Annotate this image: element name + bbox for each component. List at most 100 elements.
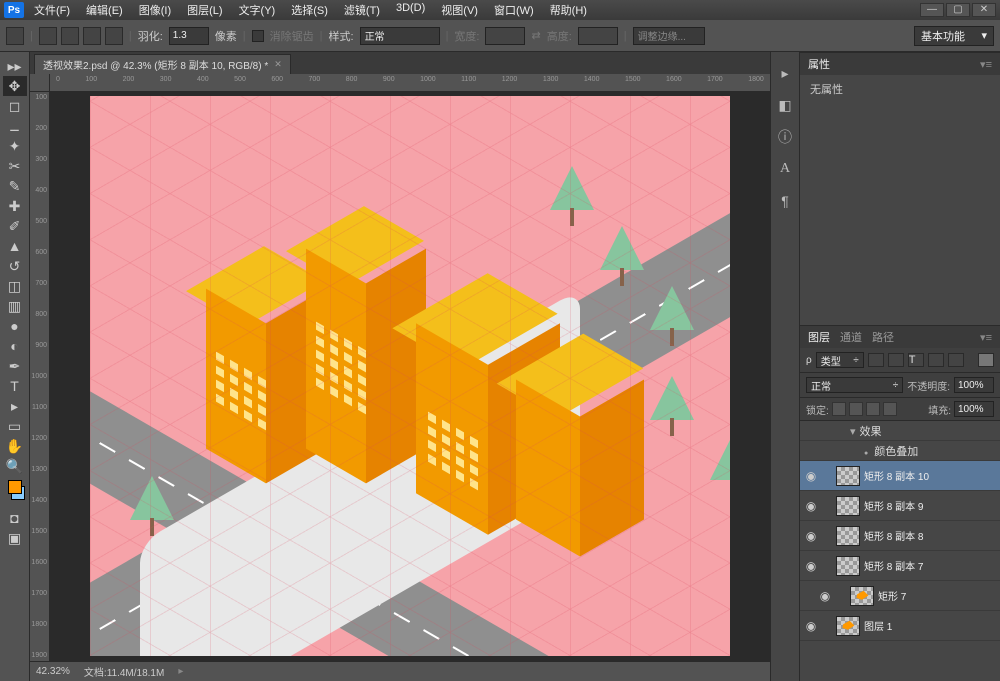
- history-panel-icon[interactable]: ▸: [774, 62, 796, 84]
- menu-filter[interactable]: 滤镜(T): [340, 0, 384, 20]
- selection-add-icon[interactable]: [61, 27, 79, 45]
- layer-thumb[interactable]: [836, 466, 860, 486]
- tab-paths[interactable]: 路径: [872, 329, 894, 345]
- filter-shape-icon[interactable]: [928, 353, 944, 367]
- layer-thumb[interactable]: [836, 526, 860, 546]
- magic-wand-tool[interactable]: ✦: [3, 136, 27, 156]
- layer-name[interactable]: 矩形 8 副本 10: [864, 468, 996, 483]
- paragraph-panel-icon[interactable]: ¶: [774, 190, 796, 212]
- selection-new-icon[interactable]: [39, 27, 57, 45]
- menu-view[interactable]: 视图(V): [437, 0, 482, 20]
- crop-tool[interactable]: ✂: [3, 156, 27, 176]
- menu-edit[interactable]: 编辑(E): [82, 0, 127, 20]
- swatches-panel-icon[interactable]: ⓘ: [774, 126, 796, 148]
- zoom-value[interactable]: 42.32%: [36, 666, 70, 677]
- marquee-tool[interactable]: ◻: [3, 96, 27, 116]
- tab-properties[interactable]: 属性: [808, 56, 830, 72]
- layer-thumb[interactable]: [836, 556, 860, 576]
- path-select-tool[interactable]: ▸: [3, 396, 27, 416]
- filter-adjust-icon[interactable]: [888, 353, 904, 367]
- menu-file[interactable]: 文件(F): [30, 0, 74, 20]
- gradient-tool[interactable]: ▥: [3, 296, 27, 316]
- stamp-tool[interactable]: ▲: [3, 236, 27, 256]
- eraser-tool[interactable]: ◫: [3, 276, 27, 296]
- zoom-tool[interactable]: 🔍: [3, 456, 27, 476]
- close-tab-icon[interactable]: ✕: [274, 59, 282, 70]
- hand-tool[interactable]: ✋: [3, 436, 27, 456]
- layer-row[interactable]: ◉ 矩形 8 副本 7: [800, 551, 1000, 581]
- layer-row[interactable]: ◉ 矩形 8 副本 9: [800, 491, 1000, 521]
- screenmode-icon[interactable]: ▣: [3, 528, 27, 548]
- pen-tool[interactable]: ✒: [3, 356, 27, 376]
- eyedropper-tool[interactable]: ✎: [3, 176, 27, 196]
- status-menu-icon[interactable]: ▸: [178, 666, 183, 677]
- lock-position-icon[interactable]: [866, 402, 880, 416]
- panel-menu-icon[interactable]: ▾≡: [980, 58, 992, 71]
- history-brush-tool[interactable]: ↺: [3, 256, 27, 276]
- document-tab[interactable]: 透视效果2.psd @ 42.3% (矩形 8 副本 10, RGB/8) * …: [34, 54, 291, 74]
- menu-type[interactable]: 文字(Y): [235, 0, 280, 20]
- color-panel-icon[interactable]: ◧: [774, 94, 796, 116]
- canvas[interactable]: [90, 96, 730, 656]
- filter-toggle-icon[interactable]: [978, 353, 994, 367]
- canvas-viewport[interactable]: [50, 92, 770, 661]
- feather-input[interactable]: [169, 27, 209, 45]
- healing-tool[interactable]: ✚: [3, 196, 27, 216]
- visibility-icon[interactable]: ◉: [818, 589, 832, 603]
- quickmask-icon[interactable]: ◘: [3, 508, 27, 528]
- panel-menu-icon[interactable]: ▾≡: [980, 331, 992, 344]
- collapse-icon[interactable]: ▸▸: [3, 56, 27, 76]
- horizontal-ruler[interactable]: 0100200300400500600700800900100011001200…: [50, 74, 770, 92]
- layer-filter-kind[interactable]: 类型÷: [816, 352, 864, 368]
- selection-subtract-icon[interactable]: [83, 27, 101, 45]
- visibility-icon[interactable]: ◉: [804, 469, 818, 483]
- filter-smart-icon[interactable]: [948, 353, 964, 367]
- antialias-checkbox[interactable]: [252, 30, 264, 42]
- fill-input[interactable]: [954, 401, 994, 417]
- menu-select[interactable]: 选择(S): [287, 0, 332, 20]
- layer-thumb[interactable]: [836, 496, 860, 516]
- blend-mode-select[interactable]: 正常÷: [806, 377, 903, 393]
- tab-layers[interactable]: 图层: [808, 329, 830, 345]
- layer-fx-coloroverlay[interactable]: 颜色叠加: [800, 441, 1000, 461]
- type-tool[interactable]: T: [3, 376, 27, 396]
- maximize-button[interactable]: ▢: [946, 3, 970, 17]
- visibility-icon[interactable]: ◉: [804, 619, 818, 633]
- layer-name[interactable]: 矩形 8 副本 7: [864, 558, 996, 573]
- layer-thumb[interactable]: [850, 586, 874, 606]
- dodge-tool[interactable]: ◐: [3, 336, 27, 356]
- layer-row[interactable]: ◉ 矩形 8 副本 10: [800, 461, 1000, 491]
- layer-list[interactable]: 效果 颜色叠加 ◉ 矩形 8 副本 10 ◉ 矩形 8 副本 9 ◉: [800, 421, 1000, 641]
- shape-tool[interactable]: ▭: [3, 416, 27, 436]
- menu-image[interactable]: 图像(I): [135, 0, 175, 20]
- blur-tool[interactable]: ●: [3, 316, 27, 336]
- selection-intersect-icon[interactable]: [105, 27, 123, 45]
- lock-pixels-icon[interactable]: [849, 402, 863, 416]
- menu-layer[interactable]: 图层(L): [183, 0, 226, 20]
- layer-fx-header[interactable]: 效果: [800, 421, 1000, 441]
- filter-pixel-icon[interactable]: [868, 353, 884, 367]
- filter-type-icon[interactable]: T: [908, 353, 924, 367]
- lock-transparency-icon[interactable]: [832, 402, 846, 416]
- layer-name[interactable]: 矩形 8 副本 8: [864, 528, 996, 543]
- menu-help[interactable]: 帮助(H): [546, 0, 591, 20]
- layer-row[interactable]: ◉ 矩形 8 副本 8: [800, 521, 1000, 551]
- character-panel-icon[interactable]: A: [774, 158, 796, 180]
- layer-thumb[interactable]: [836, 616, 860, 636]
- tab-channels[interactable]: 通道: [840, 329, 862, 345]
- visibility-icon[interactable]: ◉: [804, 529, 818, 543]
- marquee-tool-preset-icon[interactable]: [6, 27, 24, 45]
- visibility-icon[interactable]: ◉: [804, 559, 818, 573]
- foreground-swatch[interactable]: [8, 480, 22, 494]
- visibility-icon[interactable]: ◉: [804, 499, 818, 513]
- layer-name[interactable]: 矩形 7: [878, 588, 996, 603]
- vertical-ruler[interactable]: 1002003004005006007008009001000110012001…: [30, 74, 50, 661]
- layer-name[interactable]: 图层 1: [864, 618, 996, 633]
- lasso-tool[interactable]: ــ: [3, 116, 27, 136]
- refine-edge-button[interactable]: 调整边缘...: [633, 27, 705, 45]
- opacity-input[interactable]: [954, 377, 994, 393]
- brush-tool[interactable]: ✐: [3, 216, 27, 236]
- layer-name[interactable]: 矩形 8 副本 9: [864, 498, 996, 513]
- lock-all-icon[interactable]: [883, 402, 897, 416]
- layer-row[interactable]: ◉ 图层 1: [800, 611, 1000, 641]
